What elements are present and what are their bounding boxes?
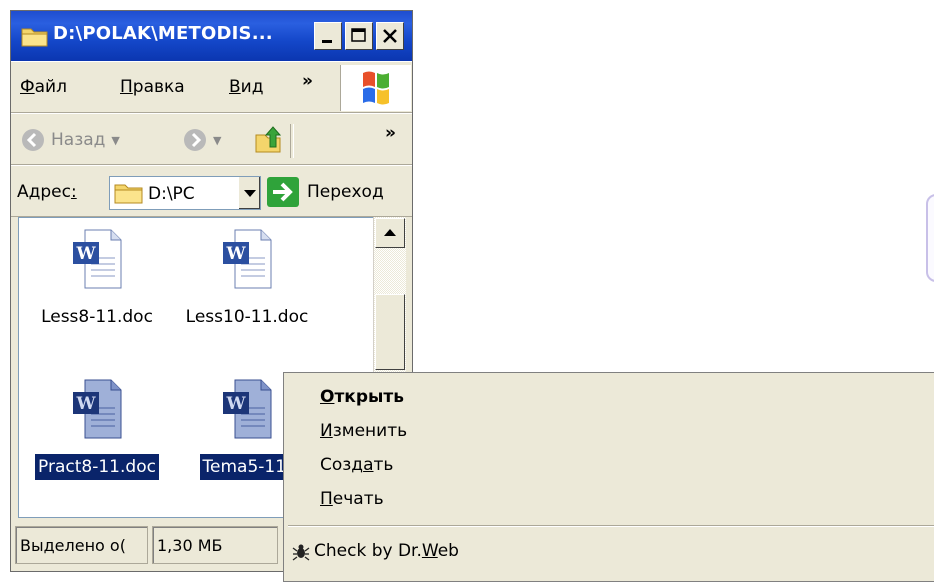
file-name: Pract8-11.doc	[35, 454, 159, 480]
ctx-open-post: ткрыть	[334, 387, 404, 407]
file-name: Tema5-11.	[199, 454, 295, 480]
ctx-drweb-post: eb	[437, 541, 459, 561]
address-label: Адрес:	[17, 182, 77, 202]
context-item-new[interactable]: Создать	[320, 455, 393, 475]
context-item-drweb[interactable]: Check by Dr.Web	[314, 541, 459, 561]
address-folder-icon	[114, 184, 143, 204]
window-title: D:\POLAK\METODIS...	[53, 23, 273, 44]
menu-edit-label: равка	[132, 77, 185, 97]
svg-text:W: W	[225, 244, 246, 264]
status-selection: Выделено о(	[15, 526, 148, 564]
address-input[interactable]: D:\PC	[109, 176, 261, 210]
toolbar-separator	[290, 124, 294, 158]
context-item-print[interactable]: Печать	[320, 489, 384, 509]
context-item-open[interactable]: Открыть	[320, 387, 404, 407]
context-menu-separator	[288, 525, 934, 527]
forward-button[interactable]: ▼	[183, 127, 221, 153]
menu-view-accel: В	[229, 77, 241, 97]
go-label: Переход	[307, 182, 384, 202]
ctx-edit-post: зменить	[332, 421, 408, 441]
menu-overflow-chevron[interactable]: »	[302, 71, 313, 91]
back-button[interactable]: Назад ▼	[21, 127, 120, 153]
forward-dropdown-icon[interactable]: ▼	[213, 134, 221, 147]
close-button[interactable]	[376, 22, 404, 50]
minimize-icon	[322, 40, 332, 43]
ctx-print-post: ечать	[332, 489, 384, 509]
svg-text:W: W	[75, 244, 96, 264]
back-label: Назад	[51, 130, 106, 150]
maximize-icon	[351, 28, 366, 42]
file-item[interactable]: W Less10-11.doc	[172, 228, 322, 330]
ctx-new-accel: а	[363, 455, 374, 475]
ctx-open-accel: О	[320, 387, 335, 407]
file-item-selected[interactable]: W Pract8-11.doc	[22, 378, 172, 480]
spider-icon	[292, 544, 310, 561]
windows-flag-icon	[363, 71, 389, 105]
scroll-thumb[interactable]	[375, 294, 405, 370]
chevron-down-icon	[244, 190, 256, 197]
file-name: Less8-11.doc	[41, 307, 153, 327]
file-item[interactable]: W Less8-11.doc	[22, 228, 172, 330]
ctx-new-post: ть	[373, 455, 394, 475]
go-button[interactable]: Переход	[267, 176, 384, 208]
maximize-button[interactable]	[345, 22, 373, 50]
scroll-up-button[interactable]	[375, 218, 405, 248]
ctx-drweb-accel: W	[421, 541, 438, 561]
windows-logo	[340, 65, 411, 111]
address-label-text: Адрес	[17, 182, 71, 202]
ctx-print-accel: П	[320, 489, 333, 509]
menu-edit-accel: П	[120, 77, 133, 97]
title-bar[interactable]: D:\POLAK\METODIS...	[11, 11, 412, 61]
go-arrow-icon	[267, 177, 299, 207]
toolbar-overflow-chevron[interactable]: »	[385, 123, 396, 143]
menu-edit[interactable]: Правка	[120, 77, 185, 97]
menu-file-accel: Ф	[20, 77, 35, 97]
menu-file-label: айл	[34, 77, 67, 97]
standard-toolbar: Назад ▼ ▼ »	[11, 113, 412, 165]
minimize-button[interactable]	[314, 22, 342, 50]
address-dropdown-button[interactable]	[238, 177, 260, 209]
ctx-edit-accel: И	[320, 421, 333, 441]
back-dropdown-icon[interactable]: ▼	[111, 134, 119, 147]
close-icon	[383, 29, 397, 43]
chevron-up-icon	[384, 229, 396, 236]
word-document-icon: W	[73, 379, 122, 439]
folder-icon	[21, 28, 48, 47]
menu-view-label: ид	[240, 77, 264, 97]
file-name: Less10-11.doc	[185, 307, 309, 327]
address-bar: Адрес: D:\PC Переход	[11, 165, 412, 217]
folder-up-icon[interactable]	[253, 125, 283, 155]
svg-text:W: W	[225, 394, 246, 414]
edge-tab	[926, 194, 934, 282]
menu-bar: Файл Правка Вид »	[11, 61, 412, 113]
svg-text:W: W	[75, 394, 96, 414]
word-document-icon: W	[73, 229, 122, 289]
ctx-drweb-pre: Check by Dr.	[314, 541, 422, 561]
address-label-accel: :	[70, 182, 77, 202]
status-size: 1,30 МБ	[152, 526, 278, 564]
menu-file[interactable]: Файл	[20, 77, 67, 97]
word-document-icon: W	[223, 379, 272, 439]
ctx-new-pre: Созд	[320, 455, 364, 475]
back-arrow-icon	[22, 129, 44, 151]
context-menu: Открыть Изменить Создать Печать Check by…	[283, 372, 934, 582]
menu-view[interactable]: Вид	[229, 77, 263, 97]
address-value: D:\PC	[148, 184, 195, 204]
word-document-icon: W	[223, 229, 272, 289]
context-item-edit[interactable]: Изменить	[320, 421, 407, 441]
forward-arrow-icon	[184, 129, 206, 151]
